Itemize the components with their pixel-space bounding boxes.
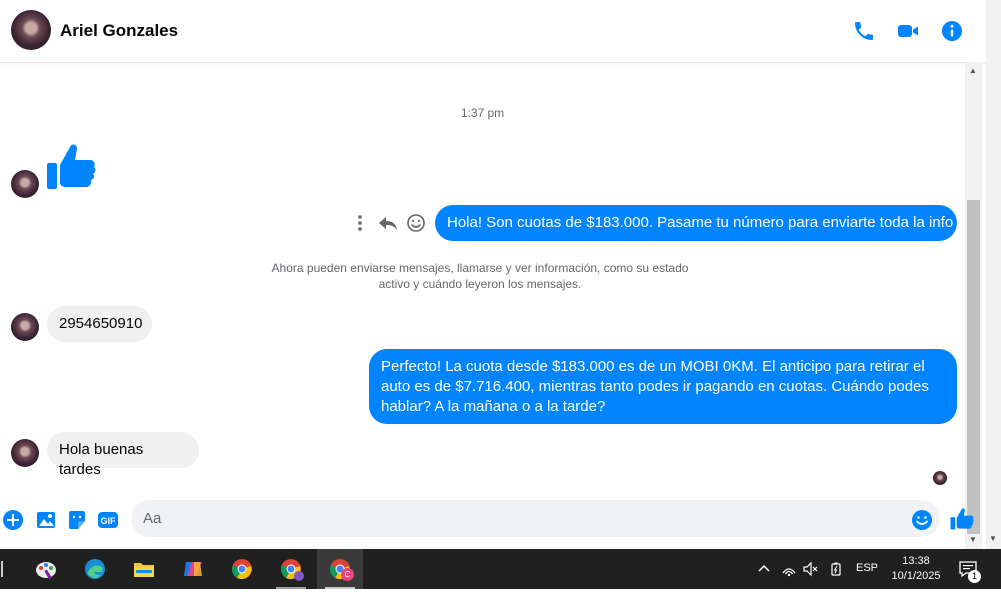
message-bubble-outgoing[interactable]: Perfecto! La cuota desde $183.000 es de … [369, 349, 957, 424]
scrollbar-thumb[interactable] [967, 200, 980, 534]
battery-charging-icon[interactable] [828, 561, 844, 577]
info-icon[interactable] [940, 19, 964, 43]
folder-icon [134, 563, 154, 577]
phone-icon[interactable] [852, 19, 876, 43]
wifi-icon[interactable] [781, 561, 797, 577]
copilot-icon [184, 562, 202, 576]
taskbar-app-paint[interactable] [23, 549, 69, 589]
taskbar-clock[interactable]: 13:38 10/1/2025 [882, 554, 950, 584]
send-like-icon[interactable] [950, 507, 974, 531]
message-bubble-incoming[interactable]: 2954650910 [47, 306, 152, 342]
chevron-up-icon[interactable] [757, 562, 771, 576]
contact-name[interactable]: Ariel Gonzales [60, 21, 178, 41]
message-timestamp: 1:37 pm [460, 106, 505, 120]
scroll-down-arrow-icon[interactable]: ▼ [989, 534, 997, 543]
taskbar-app-edge[interactable] [72, 549, 118, 589]
clock-time: 13:38 [902, 555, 930, 567]
taskbar-app-copilot[interactable] [170, 549, 216, 589]
reply-icon[interactable] [378, 213, 398, 233]
system-notice: Ahora pueden enviarse mensajes, llamarse… [271, 261, 689, 291]
video-call-icon[interactable] [896, 19, 920, 43]
svg-text:GIF: GIF [101, 516, 117, 526]
notification-count-badge: 1 [968, 570, 981, 583]
message-bubble-outgoing[interactable]: Hola! Son cuotas de $183.000. Pasame tu … [435, 205, 957, 241]
taskbar-app-chrome-profile[interactable] [268, 549, 314, 589]
taskbar-edge [0, 549, 4, 589]
message-bubble-incoming[interactable]: Hola buenas tardes [47, 432, 199, 478]
profile-badge-icon [294, 571, 304, 581]
react-emoji-icon[interactable] [406, 213, 426, 233]
edge-browser-icon [85, 559, 105, 579]
page-scrollbar[interactable]: ▼ [986, 0, 1001, 549]
sticker-icon[interactable] [66, 509, 88, 531]
windows-taskbar: C ESP 13:38 10/1/2025 1 [0, 549, 1001, 589]
add-plus-icon[interactable] [2, 509, 24, 531]
contact-avatar-small [11, 313, 39, 341]
paint-palette-icon [36, 562, 56, 580]
seen-avatar [933, 471, 947, 485]
taskbar-app-chrome[interactable] [219, 549, 265, 589]
message-composer: GIF [0, 500, 986, 540]
chat-header: Ariel Gonzales [0, 0, 986, 63]
contact-avatar[interactable] [11, 10, 51, 50]
chat-scrollbar[interactable]: ▲ ▼ [965, 62, 982, 549]
more-options-icon[interactable] [350, 213, 370, 233]
photo-gallery-icon[interactable] [35, 509, 57, 531]
message-input[interactable] [131, 500, 940, 537]
emoji-icon[interactable] [911, 509, 933, 531]
taskbar-app-file-explorer[interactable] [121, 549, 167, 589]
chrome-icon [232, 559, 252, 580]
scroll-up-arrow-icon[interactable]: ▲ [969, 66, 977, 75]
contact-avatar-small [11, 170, 39, 198]
contact-avatar-small [11, 439, 39, 467]
clock-date: 10/1/2025 [891, 570, 941, 582]
input-language[interactable]: ESP [856, 562, 878, 602]
gif-icon[interactable]: GIF [97, 509, 119, 531]
thumbs-up-icon [47, 144, 96, 189]
taskbar-app-chrome-active[interactable]: C [317, 549, 363, 589]
speaker-muted-icon[interactable] [803, 561, 819, 577]
profile-badge-icon: C [341, 568, 354, 581]
